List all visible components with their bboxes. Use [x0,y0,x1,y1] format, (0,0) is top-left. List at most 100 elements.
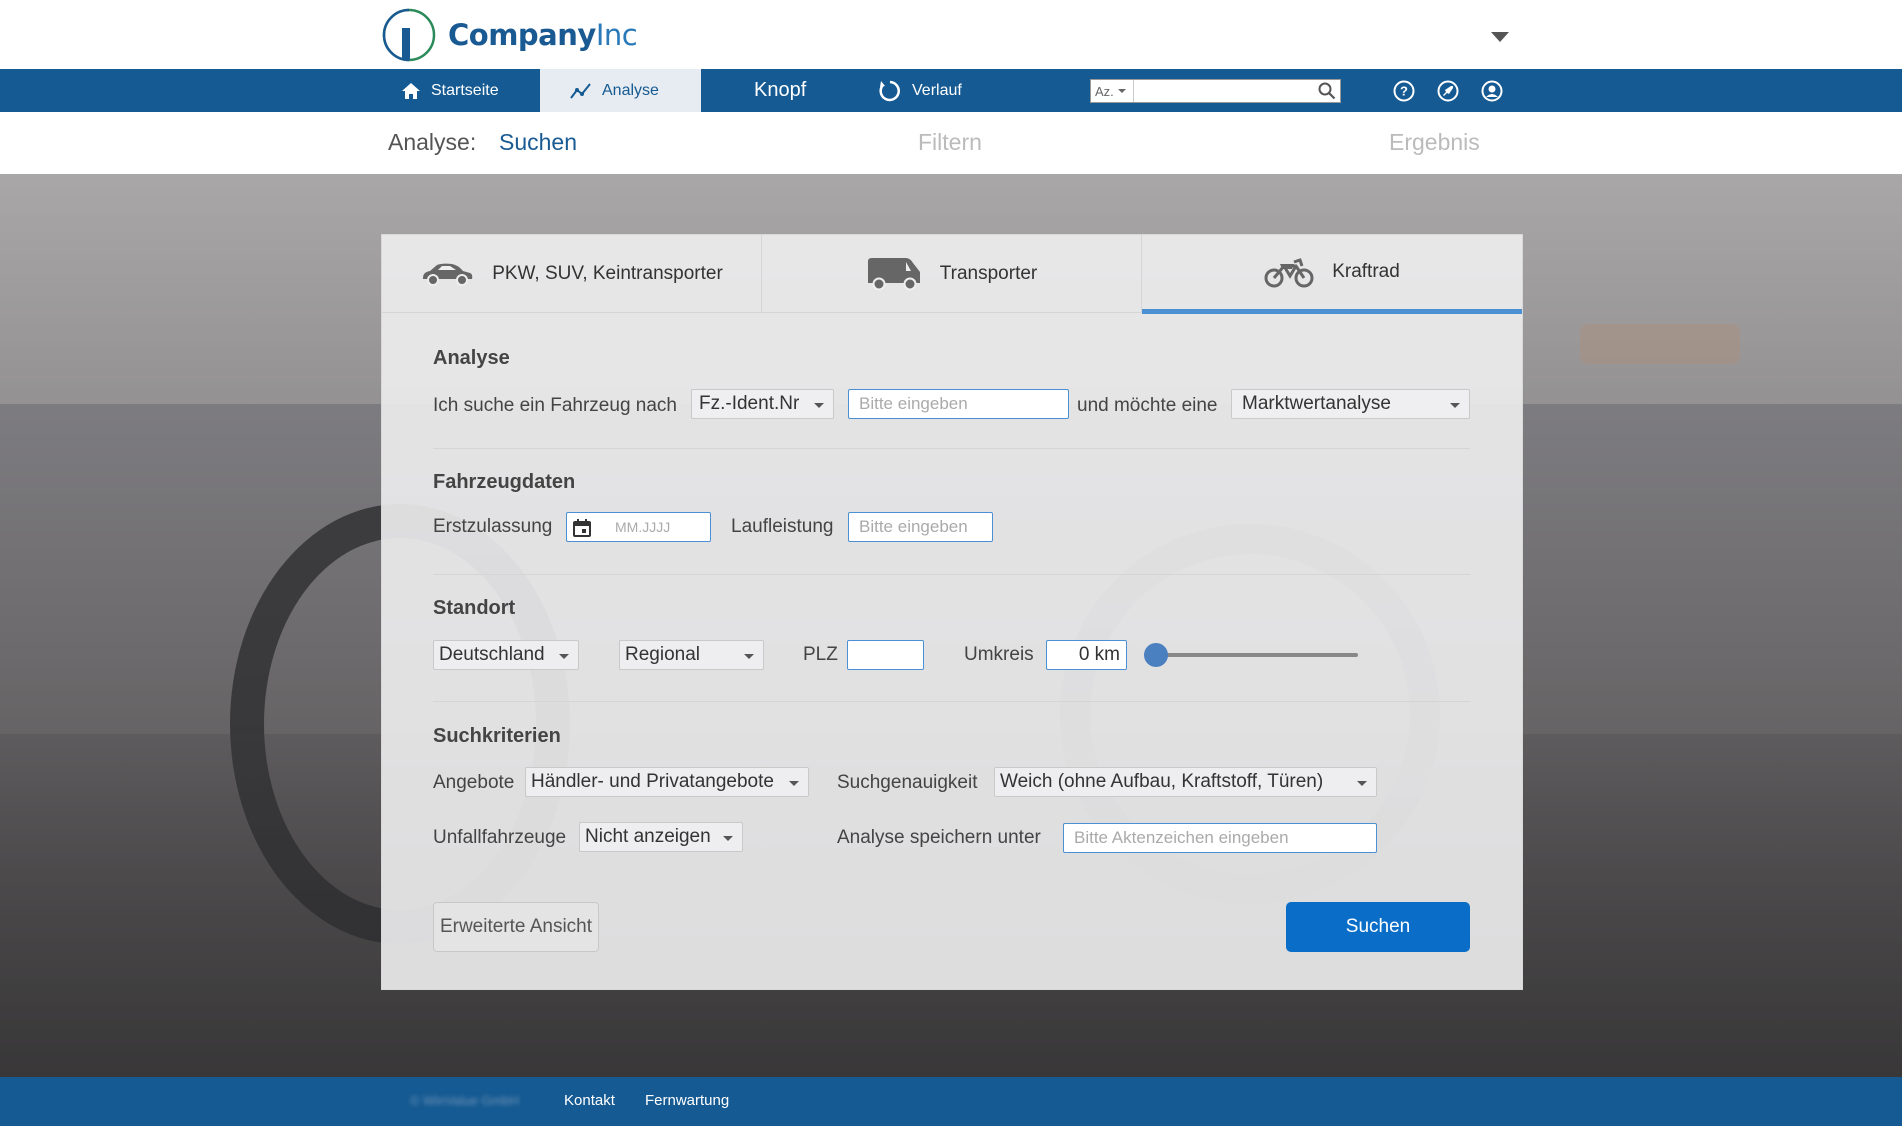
history-icon [879,80,900,101]
search-by-select[interactable]: Fz.-Ident.Nr [691,389,834,419]
unfallfahrzeuge-select[interactable]: Nicht anzeigen [579,822,743,852]
analysis-icon [570,82,591,99]
umkreis-input[interactable]: 0 km [1046,640,1127,670]
chevron-down-icon [814,403,824,408]
region-value: Regional [625,644,700,665]
suchgenauigkeit-select[interactable]: Weich (ohne Aufbau, Kraftstoff, Türen) [994,767,1377,797]
section-title-suchkriterien: Suchkriterien [433,725,561,747]
aktenzeichen-placeholder: Bitte Aktenzeichen eingeben [1074,828,1289,847]
suchgenauigkeit-value: Weich (ohne Aufbau, Kraftstoff, Türen) [1000,771,1324,792]
user-menu-caret-icon[interactable] [1491,32,1509,42]
country-value: Deutschland [439,644,545,665]
step-ergebnis[interactable]: Ergebnis [1389,129,1480,156]
nav-item-analyse[interactable]: Analyse [540,69,701,112]
help-icon[interactable]: ? [1393,80,1415,102]
umkreis-label: Umkreis [964,644,1034,665]
erstzulassung-label: Erstzulassung [433,516,553,537]
motorcycle-icon [1264,258,1314,288]
search-button-label: Suchen [1345,916,1411,937]
umkreis-slider-track[interactable] [1148,653,1358,657]
nav-item-label: Verlauf [912,81,962,99]
angebote-label: Angebote [433,772,515,793]
laufleistung-label: Laufleistung [731,516,834,537]
car-icon [423,263,473,286]
tab-transporter[interactable]: Transporter [762,235,1142,313]
chevron-down-icon [1357,781,1367,786]
region-select[interactable]: Regional [619,640,764,670]
van-icon [867,258,920,291]
step-suchen[interactable]: Suchen [499,129,577,156]
company-logo[interactable]: CompanyInc [382,8,638,62]
plz-input[interactable] [847,640,924,670]
plz-label: PLZ [803,644,838,665]
nav-item-label: Analyse [602,81,659,99]
vehicle-type-tabs: PKW, SUV, Keintransporter Transporter Kr… [382,235,1522,314]
ident-number-placeholder: Bitte eingeben [859,394,968,413]
search-scope-value: Az. [1095,83,1114,99]
search-scope-select[interactable]: Az. [1091,80,1135,102]
nav-item-label: Knopf [754,79,807,101]
logo-text: CompanyInc [448,18,638,52]
rocket-icon[interactable] [1437,80,1459,102]
tab-label: PKW, SUV, Keintransporter [492,263,723,284]
logo-text-light: Inc [595,18,638,52]
unfallfahrzeuge-label: Unfallfahrzeuge [433,827,567,848]
tab-pkw[interactable]: PKW, SUV, Keintransporter [382,235,762,313]
tab-kraftrad[interactable]: Kraftrad [1142,235,1522,314]
section-divider [433,701,1470,702]
main-nav: Startseite Analyse Knopf Verlauf Az. ? [0,69,1902,112]
umkreis-slider-knob[interactable] [1144,643,1168,667]
analysis-type-value: Marktwertanalyse [1242,393,1391,414]
laufleistung-placeholder: Bitte eingeben [859,517,968,536]
search-icon[interactable] [1314,82,1340,100]
section-divider [433,574,1470,575]
aktenzeichen-input[interactable]: Bitte Aktenzeichen eingeben [1063,823,1377,853]
country-select[interactable]: Deutschland [433,640,579,670]
footer-copyright: © WinValue GmbH [410,1093,520,1108]
analyse-middle-label: und möchte eine [1077,395,1218,416]
erweiterte-ansicht-button[interactable]: Erweiterte Ansicht [433,902,599,952]
tab-label: Transporter [939,263,1038,284]
chevron-down-icon [723,836,733,841]
footer-link-fernwartung[interactable]: Fernwartung [645,1092,729,1109]
section-title-analyse: Analyse [433,347,510,369]
nav-item-verlauf[interactable]: Verlauf [878,69,962,112]
angebote-select[interactable]: Händler- und Privatangebote [525,767,809,797]
nav-item-knopf[interactable]: Knopf [754,69,806,112]
tab-label: Kraftrad [1332,261,1400,282]
chevron-down-icon [789,781,799,786]
ident-number-input[interactable]: Bitte eingeben [848,389,1069,419]
quick-search: Az. [1090,79,1341,103]
angebote-value: Händler- und Privatangebote [531,771,774,792]
nav-item-label: Startseite [431,81,499,99]
search-input[interactable] [1134,80,1315,102]
chevron-down-icon [1117,89,1126,93]
svg-text:?: ? [1400,84,1408,99]
umkreis-value: 0 km [1078,644,1120,665]
nav-item-startseite[interactable]: Startseite [383,69,540,112]
logo-icon [382,8,436,62]
chevron-down-icon [1450,403,1460,408]
logo-text-bold: Company [448,18,596,52]
section-title-standort: Standort [433,597,516,619]
search-panel: PKW, SUV, Keintransporter Transporter Kr… [381,234,1523,990]
step-filtern[interactable]: Filtern [918,129,982,156]
laufleistung-input[interactable]: Bitte eingeben [848,512,993,542]
calendar-icon[interactable] [573,519,591,537]
background-glow [1580,324,1740,364]
analysis-type-select[interactable]: Marktwertanalyse [1231,389,1470,419]
top-header: CompanyInc [0,0,1902,69]
search-button[interactable]: Suchen [1286,902,1470,952]
step-label: Analyse: [388,129,477,155]
erstzulassung-input[interactable]: MM.JJJJ [566,512,711,542]
search-by-value: Fz.-Ident.Nr [699,393,800,414]
section-divider [433,448,1470,449]
chevron-down-icon [559,654,569,659]
user-icon[interactable] [1481,80,1503,102]
footer-link-kontakt[interactable]: Kontakt [564,1092,615,1109]
analyse-prefix-label: Ich suche ein Fahrzeug nach [433,395,677,416]
unfallfahrzeuge-value: Nicht anzeigen [585,826,711,847]
erstzulassung-placeholder: MM.JJJJ [615,519,671,535]
analyse-speichern-label: Analyse speichern unter [837,827,1041,848]
home-icon [402,82,420,99]
